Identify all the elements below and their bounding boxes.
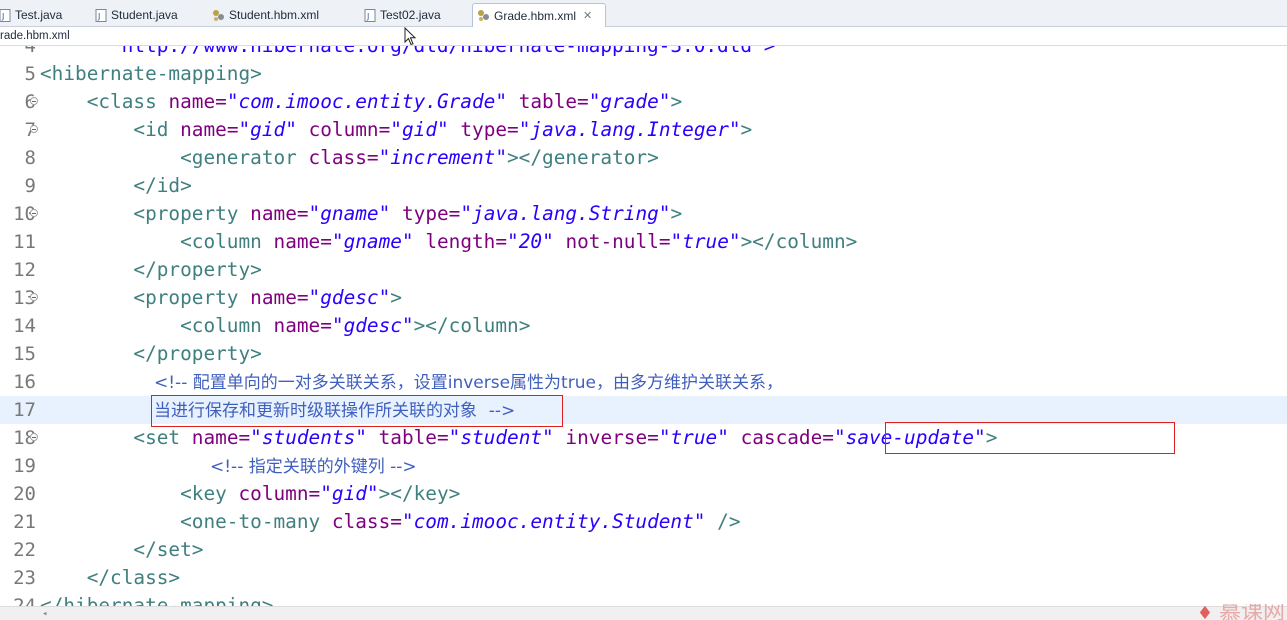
code-line-22: 22 </set>	[0, 536, 1287, 564]
breadcrumb[interactable]: rade.hbm.xml	[0, 27, 1287, 46]
fold-toggle-icon[interactable]	[30, 125, 38, 133]
code-text: </property>	[133, 258, 262, 281]
flame-icon: ♦	[1196, 604, 1213, 620]
tab-label: Student.hbm.xml	[229, 8, 320, 22]
fold-toggle-icon[interactable]	[30, 293, 38, 301]
code-text: <property name="gname" type="java.lang.S…	[133, 202, 683, 225]
scroll-left-icon[interactable]: ◂	[42, 609, 47, 619]
code-line-4: 4 "http://www.hibernate.org/dtd/hibernat…	[0, 46, 1287, 60]
line-number: 15	[13, 343, 36, 365]
code-text: <property name="gdesc">	[133, 286, 402, 309]
line-number: 9	[24, 175, 36, 197]
code-text: <set name="students" table="student" inv…	[133, 426, 998, 449]
fold-toggle-icon[interactable]	[30, 209, 38, 217]
tab-label: Student.java	[111, 8, 178, 22]
code-line-6: 6 <class name="com.imooc.entity.Grade" t…	[0, 88, 1287, 116]
code-text: <column name="gdesc"></column>	[180, 314, 531, 337]
code-text: <class name="com.imooc.entity.Grade" tab…	[86, 90, 683, 113]
code-line-9: 9 </id>	[0, 172, 1287, 200]
line-number: 11	[13, 231, 36, 253]
code-text: <key column="gid"></key>	[180, 482, 461, 505]
svg-text:J: J	[366, 12, 369, 21]
line-number: 20	[13, 483, 36, 505]
java-file-icon: J	[363, 8, 376, 22]
line-number: 14	[13, 315, 36, 337]
tab-student-hbm-xml[interactable]: Student.hbm.xml	[208, 3, 348, 27]
svg-text:J: J	[1, 12, 4, 21]
tab-grade-hbm-xml[interactable]: Grade.hbm.xml ✕	[472, 3, 606, 27]
tab-test02-java[interactable]: J Test02.java	[359, 3, 463, 27]
code-comment: <!-- 指定关联的外键列 -->	[210, 457, 417, 477]
fold-toggle-icon[interactable]	[30, 97, 38, 105]
line-number: 8	[24, 147, 36, 169]
code-line-14: 14 <column name="gdesc"></column>	[0, 312, 1287, 340]
hibernate-xml-icon	[212, 9, 225, 22]
line-number: 16	[13, 371, 36, 393]
tab-label: Test02.java	[380, 8, 441, 22]
close-icon[interactable]: ✕	[583, 9, 592, 22]
line-number: 21	[13, 511, 36, 533]
watermark-logo: ♦ 慕课网	[1197, 604, 1285, 620]
code-text: "http://www.hibernate.org/dtd/hibernate-…	[110, 46, 775, 60]
fold-toggle-icon[interactable]	[30, 433, 38, 441]
hibernate-xml-icon	[477, 9, 490, 22]
tab-test-java[interactable]: J Test.java	[0, 3, 86, 27]
code-text: <generator class="increment"></generator…	[180, 146, 659, 169]
code-text: <column name="gname" length="20" not-nul…	[180, 230, 858, 253]
tab-student-java[interactable]: J Student.java	[90, 3, 202, 27]
code-comment: <!-- 配置单向的一对多关联关系，设置inverse属性为true，由多方维护…	[154, 373, 783, 393]
code-text: <one-to-many class="com.imooc.entity.Stu…	[180, 510, 741, 533]
highlight-box-comment	[151, 395, 563, 427]
tab-label: Grade.hbm.xml	[494, 8, 577, 23]
java-file-icon: J	[0, 8, 11, 22]
horizontal-scrollbar[interactable]: ◂ ♦ 慕课网	[0, 604, 1287, 620]
line-number: 19	[13, 455, 36, 477]
line-number: 12	[13, 259, 36, 281]
code-line-12: 12 </property>	[0, 256, 1287, 284]
svg-text:J: J	[97, 12, 100, 21]
code-text: </set>	[133, 538, 204, 561]
editor-tab-bar: J Test.java J Student.java Student.hbm.x…	[0, 0, 1287, 27]
breadcrumb-file[interactable]: rade.hbm.xml	[0, 30, 70, 42]
code-text: </hibernate-mapping>	[40, 594, 274, 606]
line-number: 22	[13, 539, 36, 561]
code-text: </id>	[133, 174, 192, 197]
code-line-11: 11 <column name="gname" length="20" not-…	[0, 228, 1287, 256]
code-line-7: 7 <id name="gid" column="gid" type="java…	[0, 116, 1287, 144]
line-number: 5	[24, 63, 36, 85]
code-editor[interactable]: 4 "http://www.hibernate.org/dtd/hibernat…	[0, 46, 1287, 606]
code-line-16: 16 <!-- 配置单向的一对多关联关系，设置inverse属性为true，由多…	[0, 368, 1287, 396]
code-text: </class>	[86, 566, 181, 589]
code-text: <hibernate-mapping>	[40, 62, 262, 85]
line-number: 23	[13, 567, 36, 589]
code-line-20: 20 <key column="gid"></key>	[0, 480, 1287, 508]
code-line-15: 15 </property>	[0, 340, 1287, 368]
line-number: 17	[13, 399, 36, 421]
code-line-10: 10 <property name="gname" type="java.lan…	[0, 200, 1287, 228]
highlight-box-cascade	[885, 422, 1175, 454]
code-line-19: 19 <!-- 指定关联的外键列 -->	[0, 452, 1287, 480]
line-number: 24	[13, 595, 36, 606]
code-line-13: 13 <property name="gdesc">	[0, 284, 1287, 312]
code-line-23: 23 </class>	[0, 564, 1287, 592]
tab-label: Test.java	[15, 8, 63, 22]
code-line-8: 8 <generator class="increment"></generat…	[0, 144, 1287, 172]
code-line-21: 21 <one-to-many class="com.imooc.entity.…	[0, 508, 1287, 536]
code-text: <id name="gid" column="gid" type="java.l…	[133, 118, 753, 141]
code-line-24: 24 </hibernate-mapping>	[0, 592, 1287, 606]
line-number: 4	[24, 46, 36, 57]
code-text: </property>	[133, 342, 262, 365]
mouse-pointer-icon	[404, 26, 418, 47]
java-file-icon: J	[94, 8, 107, 22]
code-line-5: 5 <hibernate-mapping>	[0, 60, 1287, 88]
